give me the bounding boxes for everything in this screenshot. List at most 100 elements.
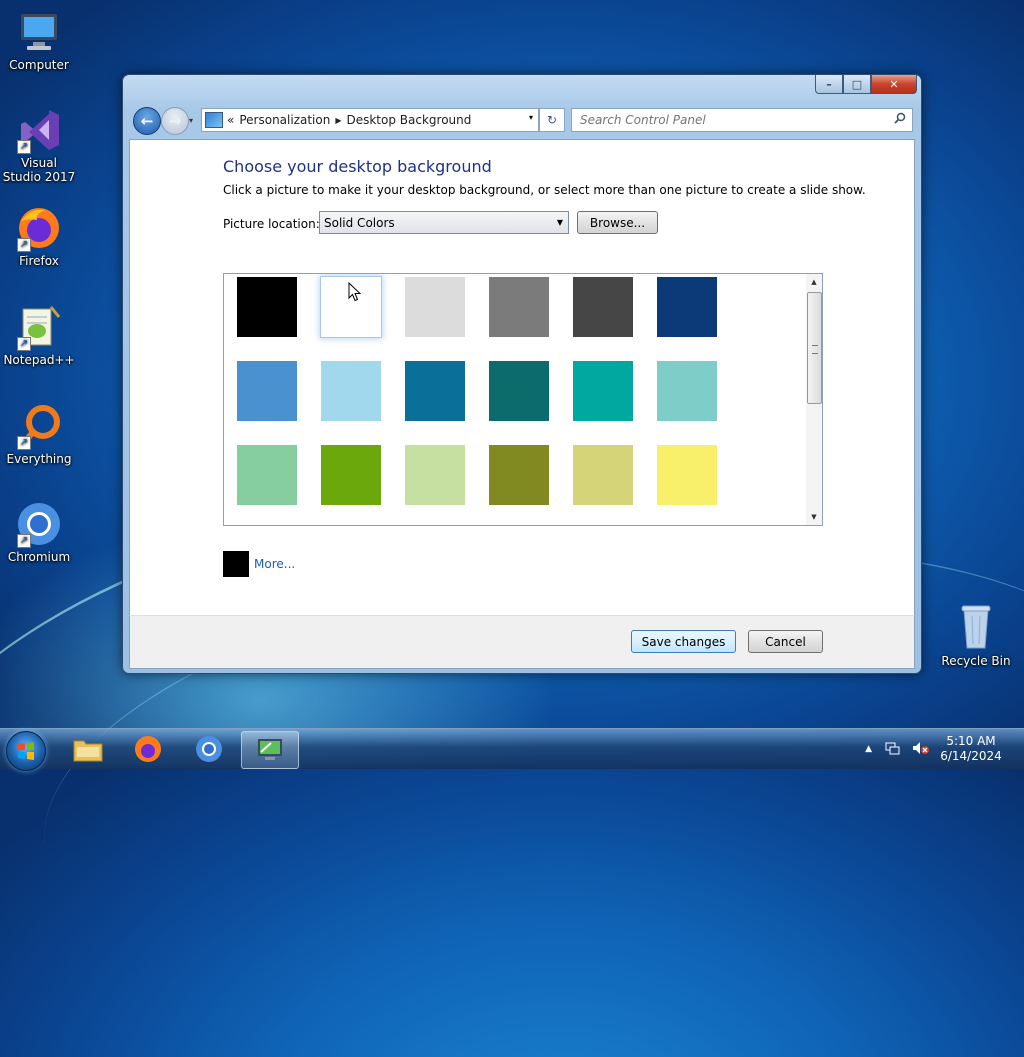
color-swatch[interactable] xyxy=(321,445,381,505)
desktop-icon-chromium[interactable]: ↗ Chromium xyxy=(1,500,77,564)
search-input[interactable] xyxy=(578,110,894,130)
desktop-icon-label: Notepad++ xyxy=(3,353,75,367)
page-description: Click a picture to make it your desktop … xyxy=(223,183,866,197)
desktop-icon-label: Recycle Bin xyxy=(941,654,1011,668)
maximize-button[interactable]: □ xyxy=(843,75,871,94)
color-swatch[interactable] xyxy=(657,277,717,337)
breadcrumb-personalization[interactable]: Personalization xyxy=(239,113,330,127)
control-panel-icon xyxy=(258,739,282,760)
color-swatch[interactable] xyxy=(573,445,633,505)
firefox-icon: ↗ xyxy=(15,204,63,252)
color-swatch[interactable] xyxy=(489,361,549,421)
navigation-bar: ← → ▾ « Personalization ▶ Desktop Backgr… xyxy=(131,107,913,135)
search-box[interactable] xyxy=(571,108,913,132)
taskbar-control-panel[interactable] xyxy=(241,731,299,769)
show-hidden-icons-button[interactable]: ▲ xyxy=(865,744,872,754)
content-pane: Choose your desktop background Click a p… xyxy=(129,139,915,617)
browse-button[interactable]: Browse... xyxy=(577,211,658,234)
more-colors-link[interactable]: More... xyxy=(254,557,295,571)
clock-date: 6/14/2024 xyxy=(940,749,1002,763)
taskbar-file-explorer[interactable] xyxy=(60,731,116,767)
back-button[interactable]: ← xyxy=(133,107,161,135)
control-panel-icon xyxy=(205,112,223,128)
color-swatch[interactable] xyxy=(237,277,297,337)
address-overflow-icon[interactable]: « xyxy=(227,113,234,127)
computer-icon xyxy=(15,8,63,56)
shortcut-arrow-icon: ↗ xyxy=(17,238,31,252)
folder-icon xyxy=(73,740,103,762)
color-swatch[interactable] xyxy=(657,361,717,421)
chevron-down-icon: ▼ xyxy=(556,218,564,227)
firefox-icon xyxy=(135,736,161,762)
desktop-icon-recycle-bin[interactable]: Recycle Bin xyxy=(938,600,1014,668)
breadcrumb-separator-icon[interactable]: ▶ xyxy=(335,116,341,125)
visual-studio-icon: ↗ xyxy=(15,106,63,154)
desktop-icon-firefox[interactable]: ↗ Firefox xyxy=(1,204,77,268)
refresh-button[interactable]: ↻ xyxy=(539,108,565,132)
color-swatch[interactable] xyxy=(405,361,465,421)
minimize-button[interactable]: – xyxy=(815,75,843,94)
shortcut-arrow-icon: ↗ xyxy=(17,337,31,351)
scrollbar-grip-icon xyxy=(812,345,818,354)
volume-muted-icon[interactable] xyxy=(912,741,930,758)
desktop-icon-label: Firefox xyxy=(19,254,59,268)
color-swatch[interactable] xyxy=(237,445,297,505)
desktop-icon-label: Chromium xyxy=(7,550,71,564)
close-button[interactable]: ✕ xyxy=(871,75,917,94)
color-swatch[interactable] xyxy=(489,445,549,505)
chromium-icon xyxy=(196,736,222,762)
color-swatch[interactable] xyxy=(657,445,717,505)
shortcut-arrow-icon: ↗ xyxy=(17,534,31,548)
everything-search-icon: ↗ xyxy=(15,402,63,450)
breadcrumb-desktop-background[interactable]: Desktop Background xyxy=(346,113,471,127)
color-swatch[interactable] xyxy=(573,277,633,337)
search-icon[interactable] xyxy=(894,112,912,128)
system-clock[interactable]: 5:10 AM 6/14/2024 xyxy=(936,734,1006,764)
notepad-plus-plus-icon: ↗ xyxy=(15,303,63,351)
address-dropdown-icon[interactable]: ▾ xyxy=(529,113,533,122)
system-tray: ▲ 5:10 AM 6/14/2024 xyxy=(859,729,1024,769)
shortcut-arrow-icon: ↗ xyxy=(17,436,31,450)
color-swatch[interactable] xyxy=(237,361,297,421)
recycle-bin-icon xyxy=(952,600,1000,652)
page-title: Choose your desktop background xyxy=(223,157,492,176)
picture-location-label: Picture location: xyxy=(223,217,320,231)
scroll-down-button[interactable]: ▼ xyxy=(806,509,822,525)
color-swatch[interactable] xyxy=(489,277,549,337)
color-swatch[interactable] xyxy=(321,361,381,421)
picture-location-value: Solid Colors xyxy=(324,215,395,230)
more-colors-swatch[interactable] xyxy=(223,551,249,577)
scrollbar-thumb[interactable] xyxy=(807,292,822,404)
desktop-icon-label: Visual Studio 2017 xyxy=(2,156,76,184)
picture-location-select[interactable]: Solid Colors ▼ xyxy=(319,211,569,234)
desktop-icon-label: Everything xyxy=(6,452,72,466)
desktop-background-window: – □ ✕ ← → ▾ « Personalization ▶ Desktop … xyxy=(122,74,922,674)
address-bar[interactable]: « Personalization ▶ Desktop Background ▾ xyxy=(201,108,539,132)
desktop-icon-notepad-plus-plus[interactable]: ↗ Notepad++ xyxy=(1,303,77,367)
desktop-icon-visual-studio[interactable]: ↗ Visual Studio 2017 xyxy=(1,106,77,184)
forward-button[interactable]: → xyxy=(161,107,189,135)
save-changes-button[interactable]: Save changes xyxy=(631,630,736,653)
desktop-icon-everything[interactable]: ↗ Everything xyxy=(1,402,77,466)
scroll-up-button[interactable]: ▲ xyxy=(806,274,822,290)
taskbar-firefox[interactable] xyxy=(120,731,176,767)
start-button[interactable] xyxy=(6,731,46,771)
desktop-icon-label: Computer xyxy=(9,58,69,72)
windows-logo-icon xyxy=(18,742,34,760)
vertical-scrollbar[interactable]: ▲ ▼ xyxy=(806,274,822,525)
chromium-icon: ↗ xyxy=(15,500,63,548)
recent-pages-dropdown[interactable]: ▾ xyxy=(189,116,193,125)
color-swatch[interactable] xyxy=(573,361,633,421)
color-swatch[interactable] xyxy=(405,445,465,505)
clock-time: 5:10 AM xyxy=(946,734,996,748)
color-swatch-grid: ▲ ▼ xyxy=(223,273,823,526)
taskbar-chromium[interactable] xyxy=(181,731,237,767)
network-icon[interactable] xyxy=(884,741,900,758)
color-swatch[interactable] xyxy=(405,277,465,337)
caption-buttons: – □ ✕ xyxy=(815,75,917,94)
dialog-footer: Save changes Cancel xyxy=(129,615,915,669)
desktop-icon-computer[interactable]: Computer xyxy=(1,8,77,72)
taskbar: ▲ 5:10 AM 6/14/2024 xyxy=(0,728,1024,771)
shortcut-arrow-icon: ↗ xyxy=(17,140,31,154)
cancel-button[interactable]: Cancel xyxy=(748,630,823,653)
